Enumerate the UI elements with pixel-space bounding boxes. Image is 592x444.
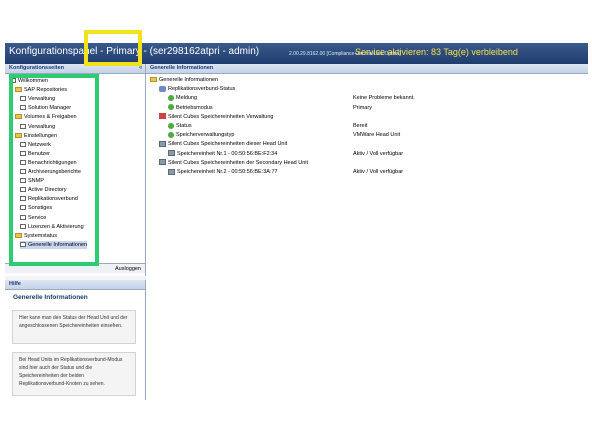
help-paragraph: Bei Head Units im Replikationsverbund-Mo…	[12, 352, 136, 396]
info-tree-value: VMWare Head Unit	[353, 132, 401, 139]
home-icon	[159, 113, 166, 120]
status-ok-icon	[168, 122, 174, 129]
info-tree-item[interactable]: Silent Cubes Speichereinheiten dieser He…	[159, 140, 287, 148]
storage-icon	[159, 159, 166, 166]
info-tree-item[interactable]: Speichereinheit Nr.2 - 00:50:56:BE:3A:77	[168, 168, 278, 176]
storage-ok-icon	[168, 150, 175, 157]
main-panel-header: Generelle Informationen	[146, 64, 588, 74]
info-tree-item[interactable]: Silent Cubes Speichereinheiten Verwaltun…	[159, 113, 274, 121]
info-tree-item[interactable]: Meldung	[168, 94, 197, 102]
info-tree-value: Aktiv / Voll verfügbar	[353, 169, 404, 175]
info-tree-item[interactable]: Generelle Informationen	[150, 76, 218, 84]
status-ok-icon	[168, 94, 174, 101]
folder-icon	[150, 77, 157, 83]
info-tree-item-label: Silent Cubes Speichereinheiten der Secon…	[168, 159, 309, 166]
bottom-margin	[0, 400, 592, 444]
info-tree-item-label: Speichereinheit Nr.1 - 00:50:56:BE:F2:34	[177, 150, 278, 157]
info-tree-item-label: Betriebsmodus	[176, 104, 213, 111]
info-tree-item-label: Silent Cubes Speichereinheiten dieser He…	[168, 141, 288, 148]
info-tree-value: Bereit	[353, 123, 368, 129]
highlight-box-yellow	[84, 30, 142, 66]
main-panel: Generelle Informationen Generelle Inform…	[146, 64, 588, 400]
info-tree-item-label: Silent Cubes Speichereinheiten Verwaltun…	[168, 113, 274, 120]
info-tree-item[interactable]: Status	[168, 122, 192, 130]
sync-icon	[159, 85, 166, 92]
info-tree-item-label: Meldung	[176, 95, 198, 102]
highlight-box-green	[9, 74, 99, 266]
storage-ok-icon	[168, 168, 175, 175]
help-panel: Hilfe Generelle Informationen Hier kann …	[5, 280, 146, 400]
help-panel-header: Hilfe	[5, 280, 145, 290]
help-paragraph: Hier kann man den Status der Head Unit u…	[12, 310, 136, 344]
info-tree-item-label: Status	[176, 123, 192, 129]
info-tree-item[interactable]: Silent Cubes Speichereinheiten der Secon…	[159, 159, 308, 167]
info-tree-item-label: Generelle Informationen	[159, 77, 219, 83]
info-tree-item[interactable]: Betriebsmodus	[168, 104, 213, 112]
service-notice[interactable]: Service aktivieren: 83 Tag(e) verbleiben…	[355, 47, 518, 57]
status-ok-icon	[168, 104, 174, 111]
info-tree-item-label: Speichereinheit Nr.2 - 00:50:56:BE:3A:77	[177, 169, 278, 175]
info-tree-item-label: Replikationsverbund-Status	[168, 86, 236, 93]
info-tree-item[interactable]: Speicherverwaltungstyp	[168, 131, 234, 139]
help-title: Generelle Informationen	[13, 294, 88, 301]
info-tree-value: Primary	[353, 104, 372, 111]
storage-icon	[159, 140, 166, 147]
info-tree-item[interactable]: Speichereinheit Nr.1 - 00:50:56:BE:F2:34	[168, 150, 277, 158]
info-tree-value: Keine Probleme bekannt.	[353, 95, 415, 102]
info-tree-item-label: Speicherverwaltungstyp	[176, 132, 235, 139]
info-tree-item[interactable]: Replikationsverbund-Status	[159, 85, 235, 93]
status-ok-icon	[168, 131, 174, 138]
info-tree-value: Aktiv / Voll verfügbar	[353, 150, 404, 157]
